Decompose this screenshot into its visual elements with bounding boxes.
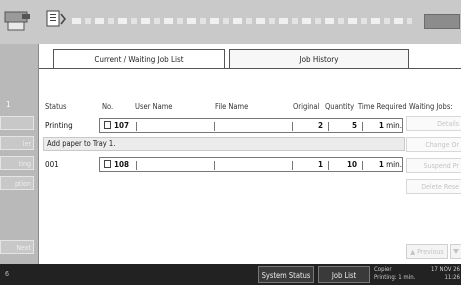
printer-icon — [4, 11, 30, 31]
job-row[interactable]: Printing 107 2 5 1 min. — [39, 118, 405, 134]
status-badge-icon — [424, 14, 460, 29]
job-time-value: 1 — [378, 121, 384, 130]
tab-divider — [39, 68, 461, 69]
job-message: Add paper to Tray 1. — [43, 137, 405, 151]
job-number-value: 107 — [114, 121, 130, 130]
column-quantity: Quantity — [325, 102, 355, 111]
left-panel-button-2[interactable]: ler — [0, 136, 34, 150]
job-entry[interactable]: 108 1 10 1 min. — [99, 157, 403, 172]
tab-bar: Current / Waiting Job List Job History — [39, 44, 461, 70]
cell-divider — [292, 122, 293, 131]
suspend-printing-button[interactable]: Suspend Pr — [406, 158, 461, 173]
left-panel-button-4[interactable]: ption — [0, 176, 34, 190]
cell-divider — [136, 122, 137, 131]
job-row[interactable]: 001 108 1 10 1 min. — [39, 157, 405, 173]
tab-current-waiting-job-list[interactable]: Current / Waiting Job List — [53, 49, 225, 68]
job-entry[interactable]: 107 2 5 1 min. — [99, 118, 403, 133]
job-time-unit: min. — [386, 160, 402, 169]
column-status: Status — [45, 102, 67, 111]
job-list-button[interactable]: Job List — [318, 266, 370, 283]
footer-page-number: 6 — [5, 270, 10, 278]
left-side-panel: 1 ler ting ption Next — [0, 44, 38, 264]
job-time-unit: min. — [386, 121, 402, 130]
chevron-down-icon — [453, 249, 459, 254]
top-header — [0, 0, 461, 44]
document-icon — [104, 121, 111, 129]
job-number: 108 — [104, 160, 129, 169]
job-number-value: 108 — [114, 160, 130, 169]
job-quantity: 10 — [346, 160, 357, 169]
header-status-text — [72, 18, 412, 24]
column-original: Original — [293, 102, 320, 111]
cell-divider — [214, 122, 215, 131]
cell-divider — [292, 161, 293, 170]
left-panel-button-1[interactable] — [0, 116, 34, 130]
left-panel-button-3[interactable]: ting — [0, 156, 34, 170]
job-original: 2 — [317, 121, 323, 130]
date-line: 17 NOV 26 — [430, 266, 460, 273]
delete-reservation-button[interactable]: Delete Rese — [406, 179, 461, 194]
job-number: 107 — [104, 121, 129, 130]
system-status-button[interactable]: System Status — [258, 266, 314, 283]
column-file-name: File Name — [215, 102, 249, 111]
next-arrow-button[interactable] — [450, 244, 461, 259]
job-time-value: 1 — [378, 160, 384, 169]
tab-job-history[interactable]: Job History — [229, 49, 409, 68]
job-quantity: 5 — [351, 121, 357, 130]
footer-bar: 6 System Status Job List Copier Printing… — [0, 264, 461, 285]
column-time-required: Time Required — [358, 102, 407, 111]
left-next-button[interactable]: Next — [0, 240, 34, 254]
mode-line-1: Copier — [374, 266, 392, 273]
machine-mode: Copier Printing: 1 min. — [374, 266, 415, 282]
details-button[interactable]: Details — [406, 116, 461, 131]
job-time-required: 1 min. — [368, 121, 402, 130]
column-waiting-jobs: Waiting Jobs: — [409, 102, 453, 111]
job-time-required: 1 min. — [368, 160, 402, 169]
job-status: 001 — [45, 160, 59, 169]
document-icon — [104, 160, 111, 168]
cell-divider — [328, 122, 329, 131]
cell-divider — [362, 122, 363, 131]
left-panel-count: 1 — [6, 100, 11, 109]
cell-divider — [362, 161, 363, 170]
change-order-button[interactable]: Change Or — [406, 137, 461, 152]
document-tray-icon — [46, 10, 66, 27]
column-user-name: User Name — [135, 102, 173, 111]
mode-line-2: Printing: 1 min. — [374, 274, 416, 281]
cell-divider — [214, 161, 215, 170]
job-status: Printing — [45, 121, 73, 130]
column-no: No. — [102, 102, 114, 111]
time-line: 11:26 — [444, 274, 460, 281]
job-list-panel: Current / Waiting Job List Job History S… — [38, 44, 461, 264]
date-time: 17 NOV 26 11:26 — [428, 266, 460, 282]
previous-button[interactable]: ▲ Previous — [406, 244, 448, 259]
cell-divider — [328, 161, 329, 170]
job-original: 1 — [317, 160, 323, 169]
cell-divider — [136, 161, 137, 170]
